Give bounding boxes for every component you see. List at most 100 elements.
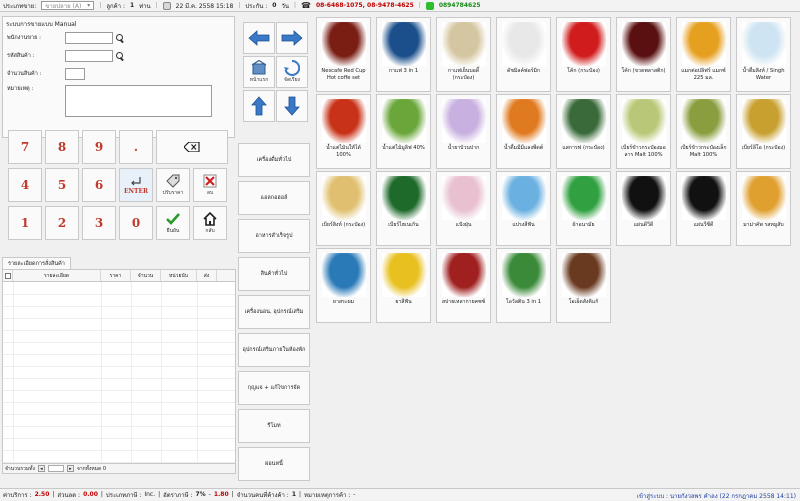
category-button[interactable]: กุญแจ + แก้ไขการจัด <box>238 371 310 405</box>
category-button[interactable]: อาหารสำเร็จรูป <box>238 219 310 253</box>
form-title: ระบบการขายแบบ Manual <box>6 21 77 28</box>
person-value: 1 <box>291 491 297 498</box>
delete-button[interactable]: ลบ <box>193 168 227 202</box>
product-tile[interactable]: แป้งฝุ่น <box>436 171 491 246</box>
sort-button[interactable]: จัดเรียง <box>276 56 308 88</box>
product-name: กาแฟเย็นบอดี้ (กระป๋อง) <box>447 68 480 81</box>
product-tile[interactable]: โอเอ็ดสังคิแก้ <box>556 248 611 323</box>
product-tile[interactable]: ยาสีฟัน <box>376 248 431 323</box>
col-price[interactable]: ราคา <box>101 270 131 281</box>
product-tile[interactable]: แผ่นวีซีดี <box>676 171 731 246</box>
product-tile[interactable]: น้ำยาบ้วนปาก <box>436 94 491 169</box>
tab-order-details[interactable]: รายละเอียดการสั่งสินค้า <box>2 257 71 269</box>
category-button[interactable]: สินค้าทั่วไป <box>238 257 310 291</box>
col-quantity[interactable]: จำนวน <box>131 270 161 281</box>
col-send[interactable]: ส่ง <box>197 270 217 281</box>
search-icon[interactable] <box>116 52 124 60</box>
product-image <box>501 253 546 297</box>
scrollbar[interactable] <box>47 465 64 472</box>
next-page-button[interactable] <box>276 22 308 54</box>
category-button[interactable]: รีโมท <box>238 409 310 443</box>
category-button[interactable]: เครื่องนอน, อุปกรณ์เสริม <box>238 295 310 329</box>
product-tile[interactable]: โค้ก (กระป๋อง) <box>556 17 611 92</box>
sale-type-select[interactable]: ขายปลาย (A) ▾ <box>41 1 95 10</box>
arrow-right-icon <box>281 30 303 46</box>
product-tile[interactable]: น้ำดื่มสิงห์ / Singh Water <box>736 17 791 92</box>
product-tile[interactable]: แผ่นดีวีดี <box>616 171 671 246</box>
backspace-button[interactable] <box>156 130 228 164</box>
scroll-up-button[interactable] <box>243 90 275 122</box>
scroll-right-button[interactable]: ▸ <box>66 465 74 472</box>
product-tile[interactable]: กาแฟ 3 in 1 <box>376 17 431 92</box>
product-name: ผ้าอนามัย <box>572 222 595 228</box>
col-details[interactable]: รายละเอียด <box>13 270 101 281</box>
discount-label: ส่วนลด : <box>57 491 81 499</box>
product-tile[interactable]: โค้ก (ขวดพลาสติก) <box>616 17 671 92</box>
product-tile[interactable]: ดัชมิลค์ฟอร์มิก <box>496 17 551 92</box>
product-tile[interactable]: น้ำดื่มมีมีแลงพีดต์ <box>496 94 551 169</box>
category-button[interactable]: อุปกรณ์เสริมภายในห้องพัก <box>238 333 310 367</box>
line-icon <box>425 1 434 10</box>
scroll-down-button[interactable] <box>276 90 308 122</box>
product-name: เบียร์ข้าวกระป๋องมอลาร Malt 100% <box>621 145 666 158</box>
key-3[interactable]: 3 <box>82 206 116 240</box>
key-1[interactable]: 1 <box>8 206 42 240</box>
product-tile[interactable]: เบียร์ข้าวกระป๋องมอลาร Malt 100% <box>616 94 671 169</box>
confirm-button[interactable]: ยืนยัน <box>156 206 190 240</box>
tax-amount-value: 1.80 <box>213 491 229 498</box>
scroll-left-button[interactable]: ◂ <box>37 465 45 472</box>
key-4[interactable]: 4 <box>8 168 42 202</box>
product-image <box>381 176 426 220</box>
key-0[interactable]: 0 <box>119 206 153 240</box>
col-unit[interactable]: หน่วยนับ <box>161 270 197 281</box>
calendar-icon <box>162 1 171 10</box>
product-tile[interactable]: มาม่าคัพ รสหมูสับ <box>736 171 791 246</box>
product-code-label: รหัสสินค้า : <box>7 53 35 59</box>
product-tile[interactable]: สปายเหลากายคซซ์ <box>436 248 491 323</box>
product-tile[interactable]: เบียร์ข้าวกระป๋องเล็ก Malt 100% <box>676 94 731 169</box>
key-dot[interactable]: . <box>119 130 153 164</box>
product-tile[interactable]: ผ้าอนามัย <box>556 171 611 246</box>
left-panel: ระบบการขายแบบ Manual พนักงานขาย : รหัสสิ… <box>0 13 237 474</box>
key-2[interactable]: 2 <box>45 206 79 240</box>
tax-type-value: Inc. <box>144 491 156 498</box>
product-tile[interactable]: เบียร์สิงห์ (กระป๋อง) <box>316 171 371 246</box>
product-tile[interactable]: ยาสระผม <box>316 248 371 323</box>
select-all-checkbox[interactable] <box>3 270 13 281</box>
product-tile[interactable]: เบียร์ลีโอ (กระป๋อง) <box>736 94 791 169</box>
product-code-field[interactable] <box>65 50 113 62</box>
product-image <box>501 22 546 66</box>
product-tile[interactable]: แปรงสีฟัน <box>496 171 551 246</box>
tax-type-label: ประเภทภาษี : <box>105 491 142 499</box>
category-button[interactable]: ผ่อนหนี้ <box>238 447 310 481</box>
product-tile[interactable]: น้ำแต่ไม้นให้ได้ 100% <box>316 94 371 169</box>
back-button[interactable]: กลับ <box>193 206 227 240</box>
product-tile[interactable]: เบียร์ไฮเนเก้น <box>376 171 431 246</box>
enter-button[interactable]: ENTER <box>119 168 153 202</box>
price-tag-icon <box>166 174 180 188</box>
total-from-label: จากทั้งหมด 0 <box>76 465 107 472</box>
product-tile[interactable]: แมกต่อปลิฟร์ แมกซ์ 225 มล. <box>676 17 731 92</box>
key-8[interactable]: 8 <box>45 130 79 164</box>
key-7[interactable]: 7 <box>8 130 42 164</box>
price-adjust-button[interactable]: ปรับราคา <box>156 168 190 202</box>
product-tile[interactable]: กาแฟเย็นบอดี้ (กระป๋อง) <box>436 17 491 92</box>
search-icon[interactable] <box>116 34 124 42</box>
table-row <box>3 402 235 403</box>
discount-value: 0.00 <box>83 491 98 498</box>
table-row <box>3 294 235 295</box>
key-5[interactable]: 5 <box>45 168 79 202</box>
category-button[interactable]: เครื่องดื่มทั่วไป <box>238 143 310 177</box>
key-6[interactable]: 6 <box>82 168 116 202</box>
employee-field[interactable] <box>65 32 113 44</box>
product-tile[interactable]: น้ำแต่ไม้มูลิฟ 40% <box>376 94 431 169</box>
product-tile[interactable]: แสการฟ (กระป๋อง) <box>556 94 611 169</box>
product-tile[interactable]: Nescafe Red Cup Hot coffe set <box>316 17 371 92</box>
category-button[interactable]: แอลกอฮอล์ <box>238 181 310 215</box>
product-tile[interactable]: โอวัลติน 3 in 1 <box>496 248 551 323</box>
quantity-field[interactable] <box>65 68 85 80</box>
key-9[interactable]: 9 <box>82 130 116 164</box>
prev-page-button[interactable] <box>243 22 275 54</box>
home-products-button[interactable]: หน้าแรก <box>243 56 275 88</box>
note-field[interactable] <box>65 85 212 117</box>
